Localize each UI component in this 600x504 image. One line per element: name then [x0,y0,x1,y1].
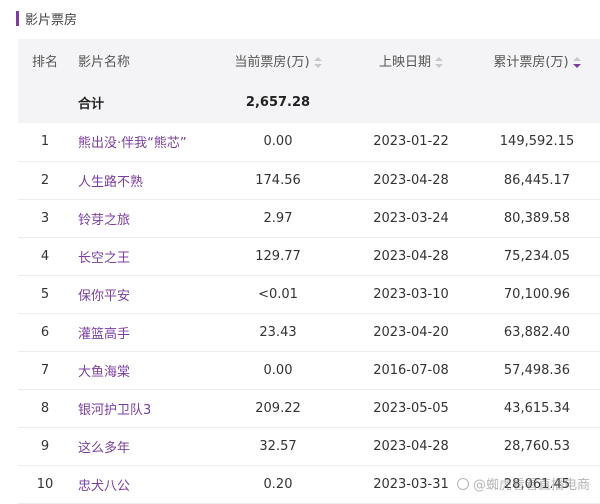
movie-name-link[interactable]: 熊出没·伴我“熊芯” [78,136,187,151]
box-office-table-container: 排名 影片名称 当前票房(万) 上映日期 累计票房(万) 合计 2,657.28… [18,39,600,504]
box-office-table: 排名 影片名称 当前票房(万) 上映日期 累计票房(万) 合计 2,657.28… [18,39,600,504]
current-box-office-cell: 0.00 [263,362,293,378]
sort-icon[interactable] [313,56,322,68]
release-date-cell: 2023-04-28 [373,438,449,454]
current-box-office-cell: 0.00 [263,134,293,150]
movie-name-link[interactable]: 这么多年 [78,441,130,456]
movie-name-cell[interactable]: 熊出没·伴我“熊芯” [72,123,208,161]
movie-name-cell[interactable]: 长空之王 [72,237,208,275]
total-box-office-cell: 57,498.36 [503,362,571,378]
movie-name-cell[interactable]: 人生路不熟 [72,161,208,199]
total-box-office-cell: 70,100.96 [503,286,571,302]
movie-name-link[interactable]: 长空之王 [78,251,130,266]
column-header-total[interactable]: 累计票房(万) [474,39,600,81]
table-row: 1 熊出没·伴我“熊芯” 0.00 2023-01-22 149,592.15 [18,123,600,161]
table-row: 4 长空之王 129.77 2023-04-28 75,234.05 [18,237,600,275]
rank-cell: 5 [40,286,50,302]
section-title: 影片票房 [16,9,78,28]
total-box-office-cell: 63,882.40 [503,324,571,340]
rank-cell: 1 [40,134,50,150]
total-box-office-cell: 86,445.17 [503,172,571,188]
release-date-cell: 2023-03-24 [373,210,449,226]
sort-icon[interactable] [435,56,443,68]
table-row: 8 银河护卫队3 209.22 2023-05-05 43,615.34 [18,389,600,427]
current-box-office-cell: 2.97 [263,210,293,226]
movie-name-cell[interactable]: 银河护卫队3 [72,389,208,427]
movie-name-cell[interactable]: 忠犬八公 [72,465,208,503]
movie-name-link[interactable]: 保你平安 [78,289,130,304]
release-date-cell: 2023-04-28 [373,248,449,264]
current-box-office-cell: <0.01 [258,286,298,302]
column-header-name: 影片名称 [78,54,131,70]
total-label: 合计 [78,96,105,112]
current-box-office-cell: 209.22 [255,400,301,416]
current-box-office-cell: 23.43 [259,324,297,340]
current-box-office-cell: 174.56 [255,172,301,188]
movie-name-link[interactable]: 人生路不熟 [78,175,143,190]
total-rank-cell [18,81,72,123]
column-header-date[interactable]: 上映日期 [348,39,474,81]
current-box-office-cell: 0.20 [263,476,293,492]
release-date-cell: 2023-01-22 [373,134,449,150]
section-title-label: 影片票房 [25,12,78,28]
rank-cell: 10 [36,476,54,492]
movie-name-link[interactable]: 忠犬八公 [78,479,130,494]
total-box-office-cell: 75,234.05 [503,248,571,264]
total-box-office-cell: 80,389.58 [503,210,571,226]
current-box-office-cell: 129.77 [255,248,301,264]
release-date-cell: 2023-03-31 [373,476,449,492]
release-date-cell: 2023-05-05 [373,400,449,416]
release-date-cell: 2016-07-08 [373,362,449,378]
movie-name-cell[interactable]: 灌篮高手 [72,313,208,351]
movie-name-link[interactable]: 大鱼海棠 [78,365,130,380]
movie-name-link[interactable]: 银河护卫队3 [78,403,151,418]
release-date-cell: 2023-04-20 [373,324,449,340]
total-row: 合计 2,657.28 [18,81,600,123]
rank-cell: 9 [40,438,50,454]
table-row: 5 保你平安 <0.01 2023-03-10 70,100.96 [18,275,600,313]
movie-name-cell[interactable]: 这么多年 [72,427,208,465]
watermark-logo-icon [456,477,469,490]
current-box-office-cell: 32.57 [259,438,297,454]
watermark: @蜘虎看看直播电商 [456,474,590,493]
rank-cell: 4 [40,248,50,264]
movie-name-link[interactable]: 灌篮高手 [78,327,130,342]
table-row: 3 铃芽之旅 2.97 2023-03-24 80,389.58 [18,199,600,237]
total-total-cell [474,81,600,123]
rank-cell: 2 [40,172,50,188]
total-box-office-cell: 149,592.15 [499,134,575,150]
movie-name-cell[interactable]: 铃芽之旅 [72,199,208,237]
table-row: 9 这么多年 32.57 2023-04-28 28,760.53 [18,427,600,465]
rank-cell: 8 [40,400,50,416]
movie-name-link[interactable]: 铃芽之旅 [78,213,130,228]
column-header-rank: 排名 [31,54,58,70]
movie-name-cell[interactable]: 大鱼海棠 [72,351,208,389]
table-header-row: 排名 影片名称 当前票房(万) 上映日期 累计票房(万) [18,39,600,81]
column-header-current[interactable]: 当前票房(万) [208,39,348,81]
rank-cell: 3 [40,210,50,226]
rank-cell: 7 [40,362,50,378]
movie-name-cell[interactable]: 保你平安 [72,275,208,313]
release-date-cell: 2023-03-10 [373,286,449,302]
sort-descending-icon[interactable] [572,56,581,68]
table-row: 6 灌篮高手 23.43 2023-04-20 63,882.40 [18,313,600,351]
table-row: 7 大鱼海棠 0.00 2016-07-08 57,498.36 [18,351,600,389]
release-date-cell: 2023-04-28 [373,172,449,188]
total-date-cell [348,81,474,123]
table-row: 2 人生路不熟 174.56 2023-04-28 86,445.17 [18,161,600,199]
total-box-office-cell: 43,615.34 [503,400,571,416]
rank-cell: 6 [40,324,50,340]
total-box-office-cell: 28,760.53 [503,438,571,454]
section-accent-bar [16,10,19,26]
total-current-value: 2,657.28 [245,94,311,110]
watermark-text: @蜘虎看看直播电商 [472,478,590,493]
